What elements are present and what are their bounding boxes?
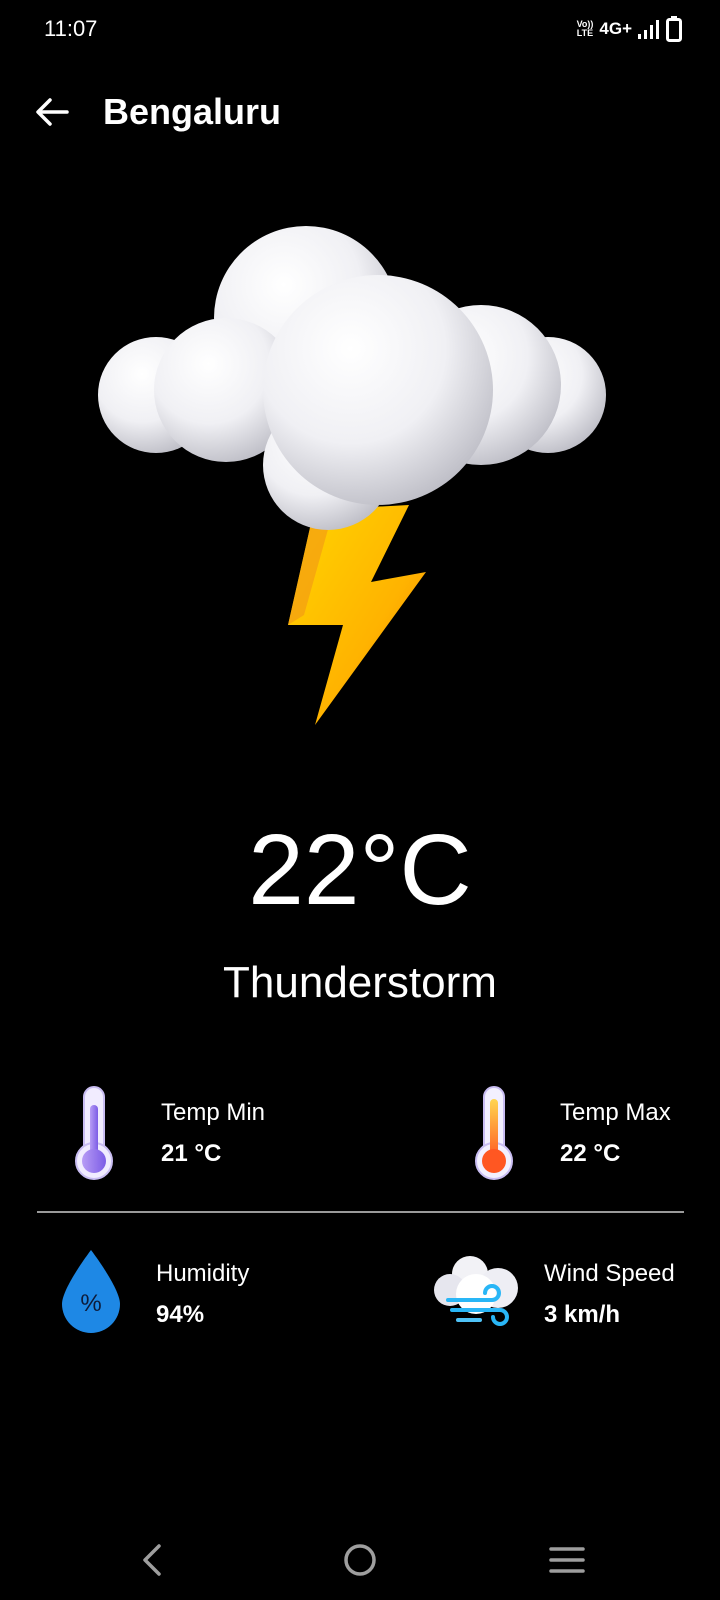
humidity-drop-icon: %: [60, 1248, 122, 1334]
status-time: 11:07: [44, 16, 98, 41]
wind-speed-value: 3 km/h: [544, 1301, 621, 1328]
wind-speed-stat: Wind Speed 3 km/h: [430, 1250, 712, 1350]
temp-max-value: 22 °C: [560, 1140, 621, 1167]
current-temperature: 22°C: [248, 814, 472, 926]
volte-indicator: Vo)) LTE: [577, 20, 594, 38]
network-type: 4G+: [599, 19, 632, 38]
page-title: Bengaluru: [103, 91, 282, 132]
status-bar: 11:07 Vo)) LTE 4G+: [0, 0, 720, 60]
divider: [37, 1211, 684, 1213]
cloud-lightning-icon: [96, 220, 620, 740]
wind-speed-label: Wind Speed: [544, 1260, 675, 1287]
arrow-left-icon: [36, 98, 69, 126]
temp-min-label: Temp Min: [161, 1099, 266, 1126]
temp-min-stat: Temp Min 21 °C: [70, 1085, 330, 1185]
thermometer-hot-icon: [475, 1086, 513, 1180]
thermometer-cold-icon: [75, 1086, 113, 1180]
nav-home-icon: [344, 1544, 376, 1576]
system-nav-bar: [0, 1520, 720, 1600]
wind-cloud-icon: [434, 1256, 518, 1326]
humidity-icon-symbol: %: [80, 1290, 102, 1317]
nav-menu-icon: [549, 1547, 585, 1573]
temp-min-value: 21 °C: [161, 1140, 222, 1167]
battery-icon: [666, 16, 682, 42]
back-button[interactable]: [30, 90, 74, 134]
temp-max-stat: Temp Max 22 °C: [470, 1085, 710, 1185]
humidity-label: Humidity: [156, 1260, 250, 1287]
nav-back-button[interactable]: [122, 1530, 182, 1590]
volte-bottom-label: LTE: [576, 28, 594, 38]
nav-home-button[interactable]: [330, 1530, 390, 1590]
humidity-value: 94%: [156, 1301, 205, 1328]
app-bar: Bengaluru: [0, 80, 720, 144]
status-indicators: Vo)) LTE 4G+: [577, 14, 682, 44]
signal-icon: [638, 20, 659, 39]
weather-condition: Thunderstorm: [223, 958, 497, 1007]
nav-menu-button[interactable]: [537, 1530, 597, 1590]
nav-back-icon: [143, 1544, 161, 1576]
humidity-stat: % Humidity 94%: [60, 1248, 320, 1348]
temp-max-label: Temp Max: [560, 1099, 671, 1126]
